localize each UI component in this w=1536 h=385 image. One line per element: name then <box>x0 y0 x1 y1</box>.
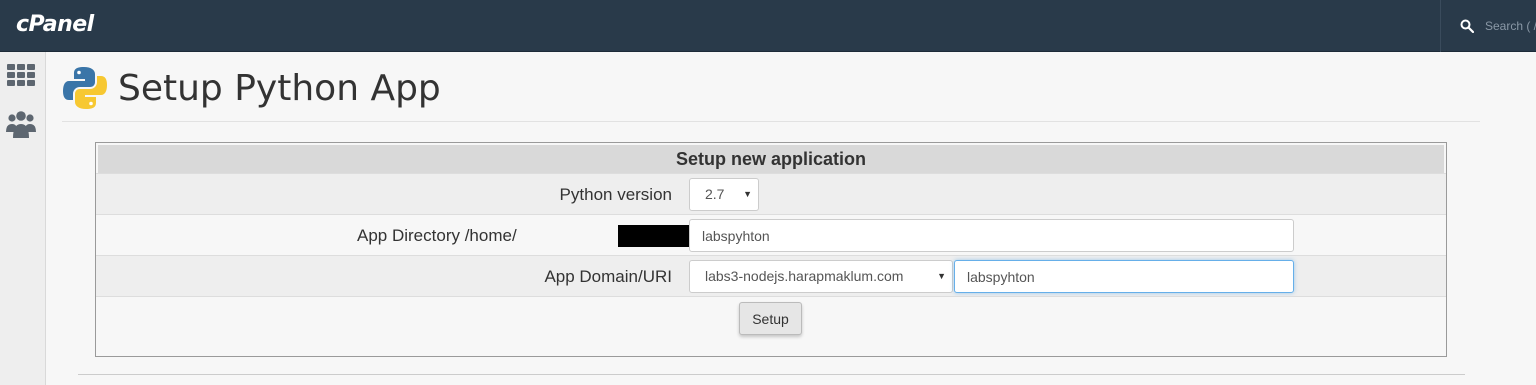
chevron-down-icon: ▼ <box>743 189 752 199</box>
setup-form-panel: Setup new application Python version 2.7… <box>95 142 1447 357</box>
python-logo-icon <box>63 67 107 109</box>
sidebar-item-tools[interactable] <box>4 60 38 90</box>
app-directory-row: App Directory /home/ <box>96 214 1446 255</box>
app-domain-select[interactable]: labs3-nodejs.harapmaklum.com ▼ <box>689 260 953 293</box>
cpanel-logo[interactable]: cPanel <box>16 12 94 37</box>
python-version-select[interactable]: 2.7 ▼ <box>689 178 759 211</box>
python-version-value: 2.7 <box>705 186 725 202</box>
app-domain-row: App Domain/URI labs3-nodejs.harapmaklum.… <box>96 255 1446 296</box>
page-title: Setup Python App <box>118 67 441 109</box>
python-version-row: Python version 2.7 ▼ <box>96 173 1446 214</box>
sidebar <box>0 52 46 385</box>
app-domain-value: labs3-nodejs.harapmaklum.com <box>705 268 904 284</box>
top-bar: cPanel <box>0 0 1536 52</box>
search-icon[interactable] <box>1460 19 1474 33</box>
chevron-down-icon: ▼ <box>937 271 946 281</box>
page-header: Setup Python App <box>62 62 441 114</box>
setup-row: Setup <box>96 296 1446 356</box>
bottom-divider <box>78 374 1465 375</box>
app-directory-input[interactable] <box>689 219 1294 252</box>
header-divider <box>62 121 1480 122</box>
app-uri-input[interactable] <box>954 260 1294 293</box>
app-directory-label: App Directory /home/ <box>357 226 517 245</box>
search-input[interactable] <box>1485 17 1536 35</box>
search-area <box>1440 0 1536 52</box>
app-domain-label: App Domain/URI <box>544 267 672 286</box>
setup-button[interactable]: Setup <box>739 302 802 335</box>
users-icon <box>6 111 36 138</box>
python-version-label: Python version <box>559 185 672 204</box>
grid-icon <box>7 64 35 86</box>
sidebar-item-users[interactable] <box>4 109 38 139</box>
form-heading: Setup new application <box>98 145 1444 173</box>
